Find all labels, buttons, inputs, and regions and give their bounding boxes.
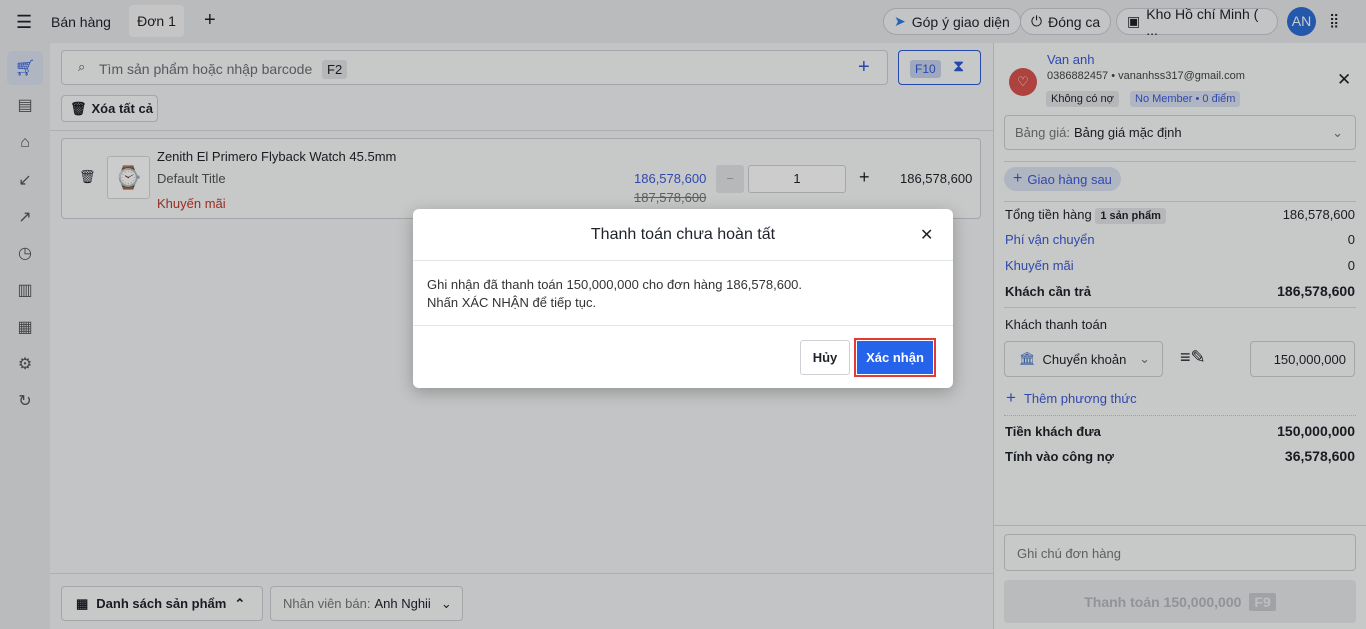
cancel-button[interactable]: Hủy — [800, 340, 850, 375]
incomplete-payment-dialog: Thanh toán chưa hoàn tất ✕ Ghi nhận đã t… — [413, 209, 953, 388]
confirm-button[interactable]: Xác nhận — [857, 341, 933, 374]
dialog-message-line-1: Ghi nhận đã thanh toán 150,000,000 cho đ… — [427, 277, 803, 292]
dialog-message-line-2: Nhấn XÁC NHẬN để tiếp tục. — [427, 295, 597, 310]
dialog-title: Thanh toán chưa hoàn tất — [590, 226, 776, 243]
confirm-button-highlight: Xác nhận — [854, 338, 936, 377]
close-icon[interactable]: ✕ — [920, 225, 933, 245]
